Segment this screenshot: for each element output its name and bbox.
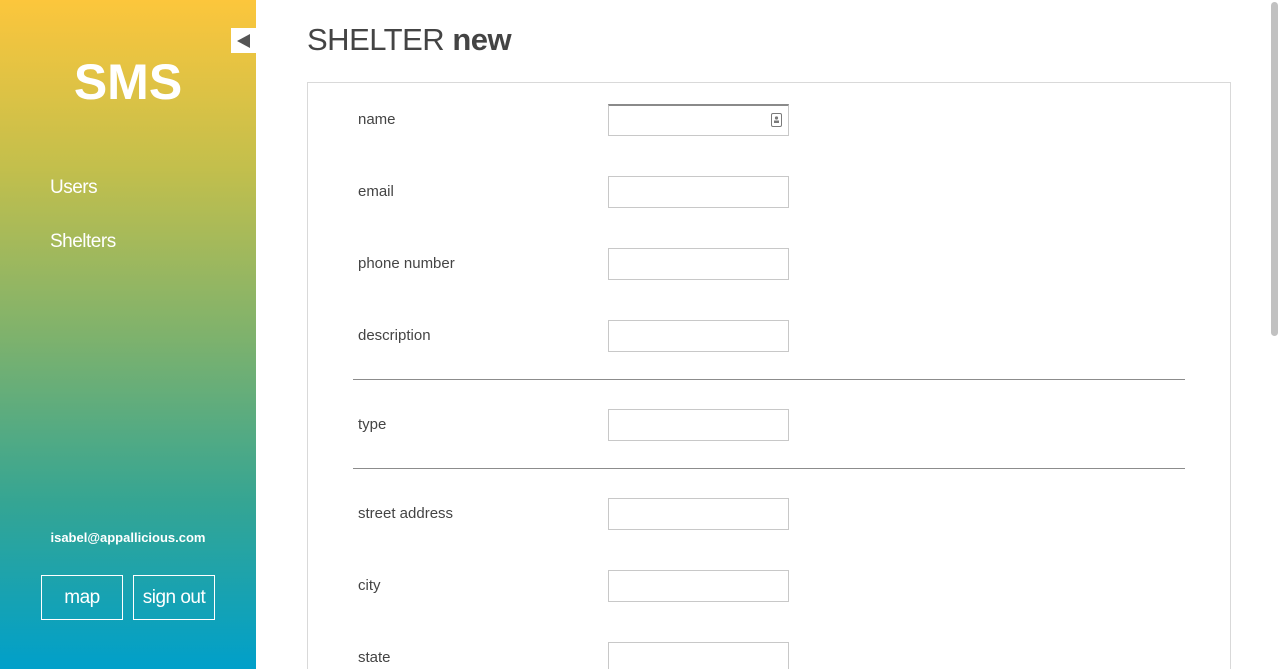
collapse-sidebar-button[interactable] xyxy=(231,28,256,53)
email-label: email xyxy=(358,183,394,200)
triangle-left-icon xyxy=(236,33,250,48)
form-row-phone: phone number xyxy=(358,248,1190,280)
form-row-description: description xyxy=(358,320,1190,352)
description-field[interactable] xyxy=(608,320,789,352)
page-title: SHELTER new xyxy=(307,22,512,58)
page-title-suffix: new xyxy=(452,22,512,57)
sidebar-item-shelters[interactable]: Shelters xyxy=(50,230,116,254)
description-label: description xyxy=(358,327,431,344)
map-button[interactable]: map xyxy=(41,575,123,620)
sign-out-button[interactable]: sign out xyxy=(133,575,215,620)
form-row-type: type xyxy=(358,409,1190,441)
sidebar-item-users[interactable]: Users xyxy=(50,176,116,200)
state-label: state xyxy=(358,649,391,666)
name-field[interactable] xyxy=(608,104,789,136)
section-divider xyxy=(353,379,1185,380)
city-label: city xyxy=(358,577,381,594)
scrollbar-thumb[interactable] xyxy=(1271,2,1278,336)
phone-number-field[interactable] xyxy=(608,248,789,280)
shelter-form: name email phone number description type… xyxy=(307,82,1231,669)
type-label: type xyxy=(358,416,387,433)
street-address-label: street address xyxy=(358,505,454,522)
sidebar-nav: Users Shelters xyxy=(50,176,116,284)
contact-card-icon[interactable] xyxy=(771,113,782,127)
sidebar: SMS Users Shelters isabel@appallicious.c… xyxy=(0,0,256,669)
phone-number-label: phone number xyxy=(358,255,455,272)
city-field[interactable] xyxy=(608,570,789,602)
form-row-email: email xyxy=(358,176,1190,208)
email-field[interactable] xyxy=(608,176,789,208)
state-field[interactable] xyxy=(608,642,789,669)
form-row-street-address: street address xyxy=(358,498,1190,530)
form-row-state: state xyxy=(358,642,1190,669)
user-email: isabel@appallicious.com xyxy=(50,530,206,545)
brand-logo: SMS xyxy=(73,54,183,110)
form-row-city: city xyxy=(358,570,1190,602)
section-divider xyxy=(353,468,1185,469)
street-address-field[interactable] xyxy=(608,498,789,530)
name-label: name xyxy=(358,111,396,128)
type-field[interactable] xyxy=(608,409,789,441)
contact-card-glyph xyxy=(774,116,779,123)
page-title-prefix: SHELTER xyxy=(307,22,445,57)
form-row-name: name xyxy=(358,104,1190,136)
